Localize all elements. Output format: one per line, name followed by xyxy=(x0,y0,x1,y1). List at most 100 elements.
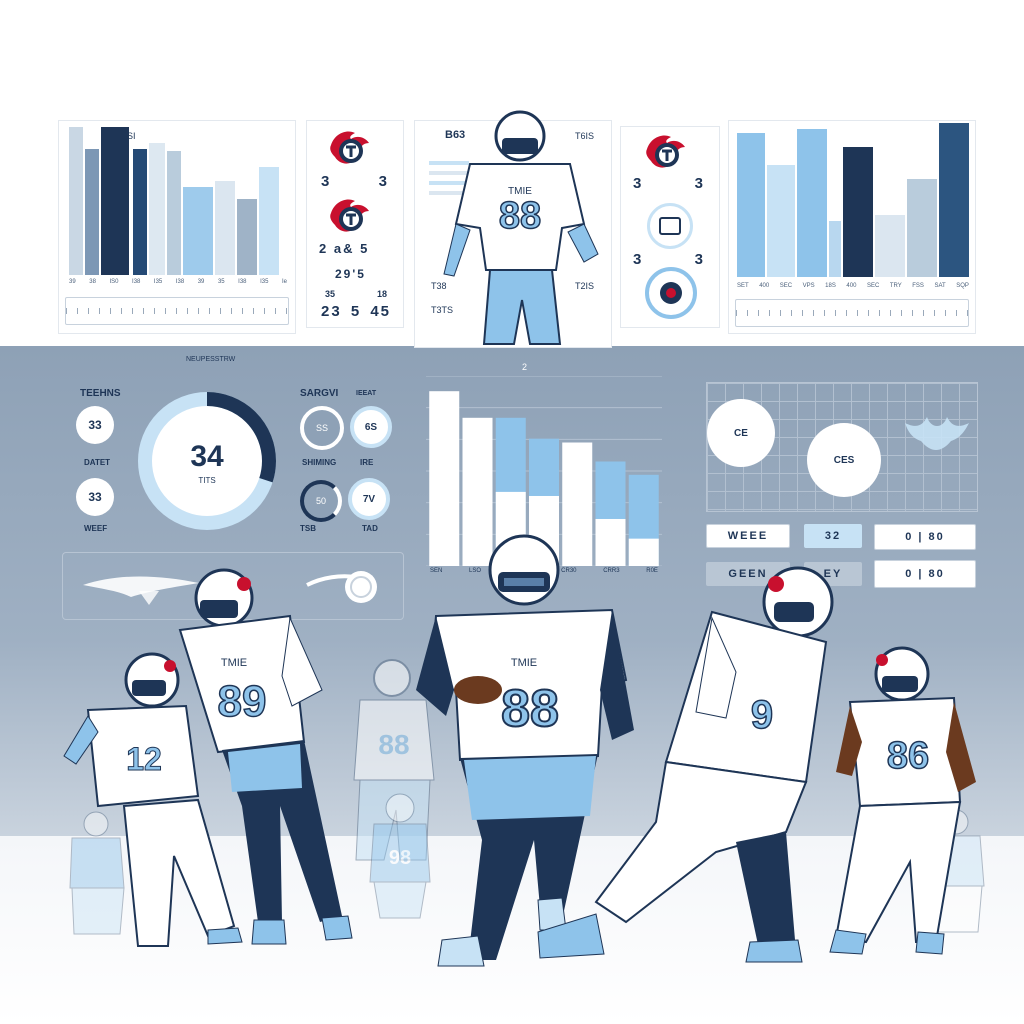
jersey-text: TMIE xyxy=(221,657,247,669)
shield-icon xyxy=(647,203,693,249)
top-right-bar-chart xyxy=(737,123,969,277)
stat-circle-2: 33 xyxy=(76,478,114,516)
jersey-number: 88 xyxy=(499,195,541,237)
score-row-1: 3 3 xyxy=(321,173,389,190)
titans-badge-icon xyxy=(645,267,697,319)
tick: 18S xyxy=(825,283,836,289)
grid-circle-2: CES xyxy=(807,423,881,497)
top-left-logo-panel: 3 3 2 a& 5 29'5 35 18 23 5 45 xyxy=(306,120,404,328)
donut-value: 34 xyxy=(190,440,224,473)
tick: 35 xyxy=(217,279,225,285)
tick: I38 xyxy=(132,279,141,285)
score: 5 xyxy=(350,303,362,320)
jersey-text: TMIE xyxy=(508,186,532,197)
donut-label: TITS xyxy=(198,476,216,485)
bar-6 xyxy=(875,215,905,277)
bar-4 xyxy=(829,221,841,277)
bar-1 xyxy=(737,133,765,277)
bar-5 xyxy=(149,143,165,275)
score: 3 xyxy=(694,175,705,192)
mini-gauge-2: 6S xyxy=(350,406,392,448)
tick: I35 xyxy=(153,279,163,285)
grid-mark: 2 xyxy=(522,362,528,372)
circle-text: CE xyxy=(734,427,748,439)
score: 35 xyxy=(325,289,336,299)
tick: 400 xyxy=(846,283,857,289)
stat-label-2: DATET xyxy=(84,458,111,467)
jersey-number: 98 xyxy=(389,847,411,869)
jersey-number: 88 xyxy=(378,729,409,760)
mini-gauge-1: SS xyxy=(300,406,344,450)
top-left-chart-panel: ETNSI 39 38 IS0 I38 I35 I38 39 35 I38 I3… xyxy=(58,120,296,334)
player-right-1: 9 xyxy=(536,562,836,972)
tick: 39 xyxy=(69,279,76,285)
grid-circle-1: CE xyxy=(707,399,775,467)
jersey-number: 12 xyxy=(126,741,162,777)
bar-3 xyxy=(797,129,827,277)
mini-gauge-4: 7V xyxy=(348,478,390,520)
bar-8 xyxy=(939,123,969,277)
score: 3 xyxy=(633,175,644,192)
bar-5 xyxy=(843,147,873,277)
stat-value-1: 33 xyxy=(88,418,102,432)
score-row-b: 3 3 xyxy=(633,251,705,268)
pill-3: 0 | 80 xyxy=(874,524,976,550)
band-header: NEUPESSTRW xyxy=(186,356,236,363)
gauge-label-2: IEEAT xyxy=(356,390,377,397)
score: 3 xyxy=(321,173,332,190)
top-left-bar-chart xyxy=(69,127,279,275)
tick: I38 xyxy=(238,279,247,285)
player-left-2: TMIE 89 xyxy=(172,566,362,956)
gauge-foot-1: TSB xyxy=(300,524,316,533)
score-row-5: 23 5 45 xyxy=(321,303,391,320)
tick: SEC xyxy=(866,283,880,289)
score: 3 xyxy=(694,251,705,268)
gauge-label-3: SHIMING xyxy=(302,458,337,467)
bar-2 xyxy=(767,165,795,277)
right-grid-panel: CE CES xyxy=(706,382,978,512)
gauge-text: 6S xyxy=(364,421,378,433)
gauge-text: 7V xyxy=(362,493,376,505)
score-row-4: 35 18 xyxy=(325,289,387,299)
bar-9 xyxy=(237,199,257,275)
tick: 39 xyxy=(197,279,205,285)
gauge-label-4: IRE xyxy=(360,458,374,467)
mini-gauge-3: 50 xyxy=(300,480,342,522)
bar-1 xyxy=(69,127,83,275)
gauge-text: SS xyxy=(315,423,328,433)
bar-6 xyxy=(167,151,181,275)
score-row-2: 2 a& 5 xyxy=(319,241,370,256)
bar-10 xyxy=(259,167,279,275)
stat-label-3: WEEF xyxy=(84,524,108,533)
circle-text: CES xyxy=(833,454,855,466)
chart-ticks: 39 38 IS0 I38 I35 I38 39 35 I38 I35 Ie xyxy=(69,279,287,285)
bar-4 xyxy=(133,149,147,275)
bar-3 xyxy=(101,127,129,275)
tick: SQP xyxy=(956,283,969,289)
tick: Ie xyxy=(281,279,287,285)
titans-logo-icon xyxy=(330,199,369,232)
tick: IS0 xyxy=(109,279,119,285)
gauge-foot-2: TAD xyxy=(362,524,378,533)
pill-1: WEEE xyxy=(706,524,790,548)
gauge-text: 50 xyxy=(315,496,326,506)
tick: VPS xyxy=(802,283,815,289)
range-scale xyxy=(735,299,969,327)
score: 23 xyxy=(321,303,342,320)
gauge-label-1: SARGVI xyxy=(300,388,339,399)
chart-ticks: SET 400 SEC VPS 18S 400 SEC TRY FSS SAT … xyxy=(737,283,969,289)
score: 45 xyxy=(370,303,391,320)
score-row-a: 3 3 xyxy=(633,175,705,192)
stat-circle-1: 33 xyxy=(76,406,114,444)
titans-emblem-icon xyxy=(905,417,969,450)
score: 3 xyxy=(378,173,389,190)
tick: I38 xyxy=(175,279,185,285)
score: 18 xyxy=(376,289,387,299)
top-right-chart-panel: SET 400 SEC VPS 18S 400 SEC TRY FSS SAT … xyxy=(728,120,976,334)
jersey-number: 89 xyxy=(218,677,267,726)
score: 3 xyxy=(633,251,644,268)
jersey-number: 9 xyxy=(751,693,773,737)
range-scale xyxy=(65,297,289,325)
bar-7 xyxy=(907,179,937,277)
score-row-3: 29'5 xyxy=(335,267,366,281)
